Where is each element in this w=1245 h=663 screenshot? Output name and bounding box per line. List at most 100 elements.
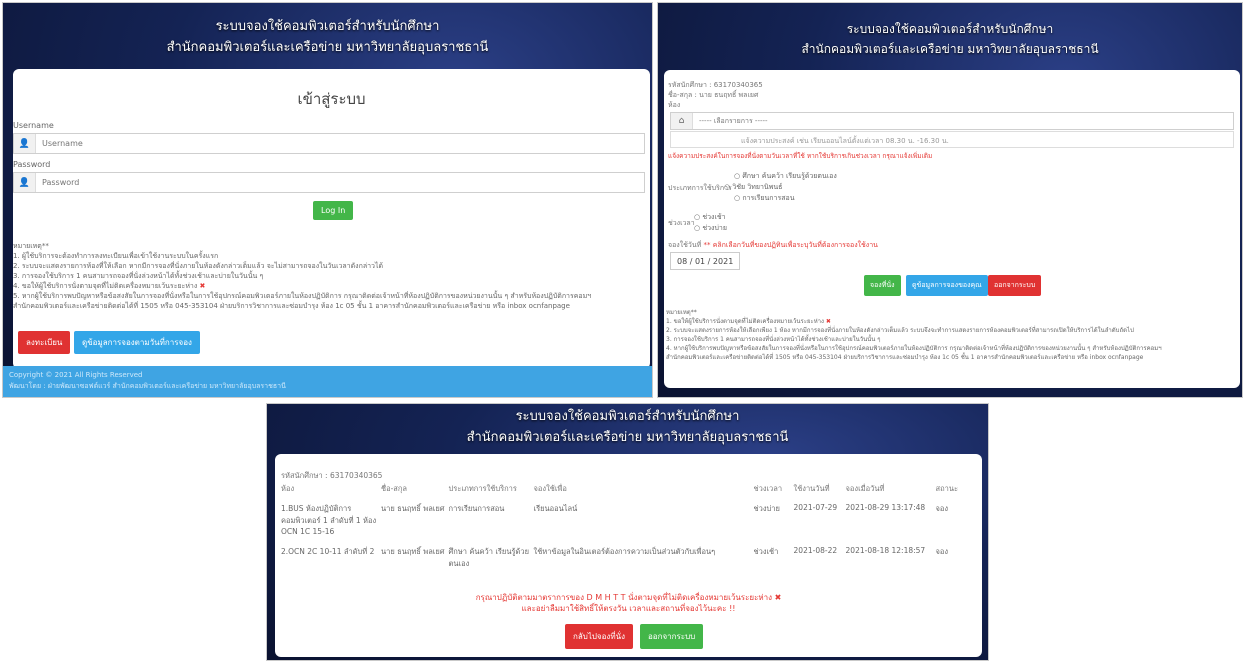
- home-icon: ⌂: [671, 113, 693, 129]
- cell-time: ช่วงเช้า: [753, 547, 779, 556]
- student-name: ชื่อ-สกุล : นาย ธนฤทธิ์ พลเยศ: [668, 91, 759, 99]
- header-line2: สำนักคอมพิวเตอร์และเครือข่าย มหาวิทยาลัย…: [466, 430, 789, 445]
- col-header: ประเภทการใช้บริการ: [448, 484, 517, 493]
- login-title: เข้าสู่ระบบ: [297, 90, 366, 108]
- x-mark-icon: ✖: [774, 593, 782, 602]
- cell-booked-at: 2021-08-29 13:17:48: [845, 503, 926, 512]
- book-seat-button[interactable]: จองที่นั่ง: [864, 275, 901, 296]
- student-id: รหัสนักศึกษา : 63170340365: [668, 81, 763, 89]
- cell-purpose: เรียนออนไลน์: [533, 504, 578, 513]
- cell-use-date: 2021-07-29: [793, 503, 838, 512]
- note-item: 2. ระบบจะแสดงรายการห้องให้เลือกเพียง 1 ห…: [666, 327, 1134, 334]
- login-card: เข้าสู่ระบบ Username 👤 Password 👤 Log In…: [13, 69, 650, 369]
- purpose-input[interactable]: แจ้งความประสงค์ เช่น เรียนออนไลน์ตั้งแต่…: [670, 131, 1234, 148]
- password-field[interactable]: 👤: [13, 172, 645, 193]
- date-input[interactable]: 08 / 01 / 2021: [670, 252, 740, 270]
- x-mark-icon: ✖: [825, 318, 831, 325]
- note-item: 4. ขอให้ผู้ใช้บริการนั่งตามจุดที่ไม่ติดเ…: [13, 282, 198, 290]
- notes-title: หมายเหตุ**: [13, 242, 49, 250]
- cell-name: นาย ธนฤทธิ์ พลเยศ: [381, 504, 445, 513]
- col-header: ใช้งานวันที่: [793, 484, 830, 493]
- username-label: Username: [13, 121, 54, 130]
- cell-name: นาย ธนฤทธิ์ พลเยศ: [381, 547, 445, 556]
- site-header: ระบบจองใช้คอมพิวเตอร์สำหรับนักศึกษา สำนั…: [267, 406, 988, 448]
- user-icon: 👤: [14, 173, 36, 192]
- booking-card: รหัสนักศึกษา : 63170340365 ชื่อ-สกุล : น…: [664, 70, 1240, 388]
- site-header: ระบบจองใช้คอมพิวเตอร์สำหรับนักศึกษา สำนั…: [3, 16, 652, 58]
- view-booking-button[interactable]: ดูข้อมูลการจองตามวันที่การจอง: [74, 331, 200, 354]
- cell-service: ศึกษา ค้นคว้า เรียนรู้ด้วยตนเอง: [448, 547, 529, 568]
- header-line1: ระบบจองใช้คอมพิวเตอร์สำหรับนักศึกษา: [515, 409, 740, 424]
- warning-message: กรุณาปฏิบัติตามมาตราการของ D M H T T นั่…: [275, 592, 982, 614]
- warning-line1: กรุณาปฏิบัติตามมาตราการของ D M H T T นั่…: [475, 593, 773, 602]
- note-item: สำนักคอมพิวเตอร์และเครือข่ายติดต่อได้ที่…: [13, 302, 570, 310]
- password-input[interactable]: [36, 178, 644, 187]
- login-button[interactable]: Log In: [313, 201, 354, 220]
- note-item: 3. การจองใช้บริการ 1 คนสามารถจองที่นั่งล…: [666, 336, 881, 343]
- room-select-value: ----- เลือกรายการ -----: [699, 116, 768, 125]
- notes-title: หมายเหตุ**: [666, 309, 697, 316]
- cell-room: 1.BUS ห้องปฏิบัติการคอมพิวเตอร์ 1 ลำดับท…: [281, 504, 377, 536]
- cell-status: จอง: [935, 504, 949, 513]
- my-booking-button[interactable]: ดูข้อมูลการจองของคุณ: [906, 275, 988, 296]
- cell-service: การเรียนการสอน: [448, 504, 505, 513]
- col-header: จองใช้เพื่อ: [533, 484, 567, 493]
- cell-status: จอง: [935, 547, 949, 556]
- purpose-warning: แจ้งความประสงค์ในการจองที่นั่งตามวันเวลา…: [668, 152, 933, 160]
- cell-time: ช่วงบ่าย: [753, 504, 780, 513]
- header-line1: ระบบจองใช้คอมพิวเตอร์สำหรับนักศึกษา: [215, 19, 440, 34]
- col-header: ช่วงเวลา: [753, 484, 783, 493]
- footer-copyright: Copyright © 2021 All Rights Reserved: [9, 371, 143, 379]
- cell-booked-at: 2021-08-18 12:18:57: [845, 546, 926, 555]
- time-radio[interactable]: ช่วงบ่าย: [694, 223, 727, 234]
- booking-table: ห้อง ชื่อ-สกุล ประเภทการใช้บริการ จองใช้…: [279, 480, 979, 575]
- note-item: 2. ระบบจะแสดงรายการห้องที่ให้เลือก หากมี…: [13, 262, 384, 270]
- cell-room: 2.OCN 2C 10-11 ลำดับที่ 2: [281, 547, 375, 556]
- username-field[interactable]: 👤: [13, 133, 645, 154]
- room-select[interactable]: ⌂ ----- เลือกรายการ -----: [670, 112, 1234, 130]
- table-row: 2.OCN 2C 10-11 ลำดับที่ 2 นาย ธนฤทธิ์ พล…: [279, 541, 979, 575]
- site-header: ระบบจองใช้คอมพิวเตอร์สำหรับนักศึกษา สำนั…: [658, 19, 1242, 59]
- username-input[interactable]: [36, 139, 644, 148]
- time-radio[interactable]: ช่วงเช้า: [694, 212, 727, 223]
- note-item: สำนักคอมพิวเตอร์และเครือข่ายติดต่อได้ที่…: [666, 354, 1144, 361]
- logout-button[interactable]: ออกจากระบบ: [988, 275, 1042, 296]
- service-radio[interactable]: การเรียนการสอน: [734, 193, 837, 204]
- note-item: 4. หากผู้ใช้บริการพบปัญหาหรือข้อสงสัยในก…: [666, 345, 1162, 352]
- cell-use-date: 2021-08-22: [793, 546, 838, 555]
- table-header-row: ห้อง ชื่อ-สกุล ประเภทการใช้บริการ จองใช้…: [279, 480, 979, 498]
- booking-list-screenshot: ระบบจองใช้คอมพิวเตอร์สำหรับนักศึกษา สำนั…: [266, 403, 989, 661]
- header-line2: สำนักคอมพิวเตอร์และเครือข่าย มหาวิทยาลัย…: [801, 42, 1099, 56]
- service-type-label: ประเภทการใช้บริการ: [668, 184, 732, 192]
- register-button[interactable]: ลงทะเบียน: [18, 331, 71, 354]
- date-label: จองใช้วันที่: [668, 241, 702, 249]
- col-header: ห้อง: [281, 484, 295, 493]
- note-item: 1. ผู้ใช้บริการจะต้องทำการลงทะเบียนเพื่อ…: [13, 252, 219, 260]
- room-label: ห้อง: [668, 101, 681, 109]
- service-radio[interactable]: วิชัย วิทยานิพนธ์: [724, 182, 837, 193]
- logout-button[interactable]: ออกจากระบบ: [640, 624, 704, 649]
- booking-list-card: รหัสนักศึกษา : 63170340365 ห้อง ชื่อ-สกุ…: [275, 454, 982, 657]
- user-icon: 👤: [14, 134, 36, 153]
- booking-notes: หมายเหตุ** 1. ขอให้ผู้ใช้บริการนั่งตามจุ…: [666, 308, 1238, 362]
- col-header: จองเมื่อวันที่: [845, 484, 885, 493]
- note-item: 5. หากผู้ใช้บริการพบปัญหาหรือข้อสงสัยในก…: [13, 292, 592, 300]
- cell-purpose: ใช้หาข้อมูลในอินเตอร์ต้องการความเป็นส่วน…: [533, 547, 716, 556]
- time-label: ช่วงเวลา: [668, 219, 695, 227]
- note-item: 1. ขอให้ผู้ใช้บริการนั่งตามจุดที่ไม่ติดเ…: [666, 318, 824, 325]
- col-header: ชื่อ-สกุล: [381, 484, 408, 493]
- note-item: 3. การจองใช้บริการ 1 คนสามารถจองที่นั่งล…: [13, 272, 264, 280]
- password-label: Password: [13, 160, 51, 169]
- warning-line2: และอย่าลืมมาใช้สิทธิ์ให้ตรงวัน เวลาและสถ…: [521, 604, 736, 613]
- service-radio[interactable]: ศึกษา ค้นคว้า เรียนรู้ด้วยตนเอง: [734, 171, 836, 182]
- x-mark-icon: ✖: [199, 282, 206, 290]
- table-row: 1.BUS ห้องปฏิบัติการคอมพิวเตอร์ 1 ลำดับท…: [279, 498, 979, 541]
- page-footer: Copyright © 2021 All Rights Reserved พัฒ…: [3, 366, 652, 397]
- col-header: สถานะ: [935, 484, 959, 493]
- header-line1: ระบบจองใช้คอมพิวเตอร์สำหรับนักศึกษา: [846, 22, 1054, 36]
- date-hint: ** คลิกเลือกวันที่ของปฏิทินเพื่อระบุวันท…: [703, 241, 878, 249]
- header-line2: สำนักคอมพิวเตอร์และเครือข่าย มหาวิทยาลัย…: [166, 40, 489, 55]
- back-to-booking-button[interactable]: กลับไปจองที่นั่ง: [565, 624, 633, 649]
- login-screenshot: ระบบจองใช้คอมพิวเตอร์สำหรับนักศึกษา สำนั…: [2, 2, 653, 398]
- footer-developer: พัฒนาโดย : ฝ่ายพัฒนาซอฟต์แวร์ สำนักคอมพิ…: [9, 382, 286, 390]
